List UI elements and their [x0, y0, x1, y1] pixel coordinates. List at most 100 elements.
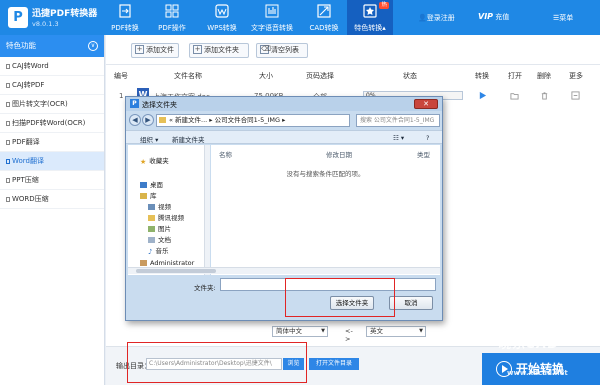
- tree-scrollbar[interactable]: [204, 145, 210, 275]
- play-icon[interactable]: [478, 91, 487, 100]
- new-folder-button[interactable]: 新建文件夹: [172, 134, 205, 144]
- tree-label: 音乐: [155, 247, 169, 255]
- tab-feature-convert[interactable]: 特色转换▴ 热: [347, 0, 393, 35]
- tree-item-desktop[interactable]: 桌面: [140, 179, 163, 189]
- add-folder-button[interactable]: + 添加文件夹: [189, 43, 249, 58]
- tab-label: 文字语音转换: [251, 24, 293, 32]
- tab-label: 特色转换▴: [347, 23, 393, 33]
- swap-arrow[interactable]: <->: [345, 327, 353, 343]
- col-open: 打开: [508, 72, 522, 80]
- list-col-date[interactable]: 修改日期: [326, 149, 352, 159]
- sidebar-item-caj-pdf[interactable]: CAJ转PDF: [0, 76, 104, 95]
- doc-icon: [6, 140, 10, 145]
- audio-bars-icon: [265, 4, 279, 18]
- close-icon[interactable]: ✕: [414, 99, 438, 109]
- help-icon[interactable]: ?: [426, 134, 429, 142]
- sidebar-item-word-translate[interactable]: Word翻译: [0, 152, 104, 171]
- list-col-type[interactable]: 类型: [417, 149, 430, 159]
- app-logo: P: [8, 7, 28, 28]
- tree-label: 图片: [158, 225, 171, 233]
- tab-text-speech[interactable]: 文字语音转换: [247, 0, 297, 35]
- cancel-button[interactable]: 取消: [389, 296, 433, 310]
- dialog-titlebar[interactable]: P 选择文件夹 ✕: [126, 97, 442, 111]
- recharge-label: 充值: [495, 13, 510, 21]
- music-icon: ♪: [148, 248, 153, 256]
- list-col-name[interactable]: 名称: [219, 149, 232, 159]
- tree-label: 文档: [158, 236, 171, 244]
- address-bar[interactable]: « 新建文件... ▸ 公司文件合同1-5_IMG ▸: [156, 114, 350, 127]
- sidebar-item-ppt-compress[interactable]: PPT压缩: [0, 171, 104, 190]
- wps-icon: [215, 4, 229, 18]
- address-path: « 新建文件... ▸ 公司文件合同1-5_IMG ▸: [169, 116, 286, 124]
- col-name: 文件名称: [174, 72, 202, 80]
- login-label: 登录注册: [426, 14, 455, 22]
- view-options-icon[interactable]: ☷ ▾: [393, 134, 404, 142]
- output-path-input[interactable]: C:\Users\Administrator\Desktop\迅捷文件\: [146, 358, 282, 370]
- tree-item-library[interactable]: 库: [140, 190, 157, 200]
- folder-open-icon[interactable]: [510, 91, 519, 100]
- tree-item-administrator[interactable]: Administrator: [140, 259, 194, 267]
- chevron-down-icon: ▼: [321, 328, 325, 334]
- vip-recharge[interactable]: VIP 充值: [478, 12, 509, 22]
- sidebar: 特色功能 ∨ CAJ转Word CAJ转PDF 图片转文字(OCR) 扫描PDF…: [0, 35, 105, 385]
- collapse-icon[interactable]: ∨: [88, 41, 98, 51]
- more-icon[interactable]: [571, 91, 580, 100]
- tab-pdf-operate[interactable]: PDF操作: [150, 0, 194, 35]
- tab-wps-convert[interactable]: WPS转换: [197, 0, 247, 35]
- sidebar-item-scan-ocr[interactable]: 扫描PDF转Word(OCR): [0, 114, 104, 133]
- toolbar: + 添加文件 + 添加文件夹 ⌫ 清空列表: [106, 35, 600, 65]
- vip-label: VIP: [478, 12, 494, 21]
- sidebar-item-label: PDF翻译: [12, 138, 40, 146]
- trash-icon[interactable]: [540, 91, 549, 100]
- doc-icon: [6, 64, 10, 69]
- doc-icon: [6, 102, 10, 107]
- select-folder-button[interactable]: 选择文件夹: [330, 296, 374, 310]
- tree-item-tencent-video[interactable]: 腾讯视频: [148, 212, 184, 222]
- user-folder-icon: [140, 260, 147, 266]
- sidebar-item-caj-word[interactable]: CAJ转Word: [0, 57, 104, 76]
- tree-item-documents[interactable]: 文档: [148, 234, 171, 244]
- tab-pdf-convert[interactable]: PDF转换: [103, 0, 147, 35]
- back-icon[interactable]: ◀: [129, 114, 141, 126]
- clear-list-button[interactable]: ⌫ 清空列表: [256, 43, 308, 58]
- folder-name-input[interactable]: [220, 278, 436, 291]
- sidebar-header-label: 特色功能: [6, 41, 36, 50]
- tree-item-pictures[interactable]: 图片: [148, 223, 171, 233]
- col-delete: 删除: [537, 72, 551, 80]
- tree-label: Administrator: [150, 259, 195, 267]
- watermark-url: www.xdcad.net: [507, 369, 568, 377]
- search-input[interactable]: 搜索 公司文件合同1-5_IMG: [356, 114, 440, 127]
- forward-icon[interactable]: ▶: [142, 114, 154, 126]
- sidebar-item-label: Word翻译: [12, 157, 44, 165]
- grid-icon: [165, 4, 179, 18]
- add-file-button[interactable]: + 添加文件: [131, 43, 179, 58]
- sidebar-item-word-compress[interactable]: WORD压缩: [0, 190, 104, 209]
- sidebar-item-image-ocr[interactable]: 图片转文字(OCR): [0, 95, 104, 114]
- sidebar-item-label: 扫描PDF转Word(OCR): [12, 119, 86, 127]
- horizontal-scrollbar[interactable]: [128, 267, 440, 274]
- sidebar-header[interactable]: 特色功能 ∨: [0, 35, 104, 57]
- caret-up-icon: ▴: [382, 24, 386, 32]
- user-icon: 👤: [418, 14, 427, 22]
- tree-label: 桌面: [150, 181, 163, 189]
- browse-button[interactable]: 浏览: [283, 358, 304, 370]
- organize-menu[interactable]: 组织 ▾: [140, 134, 158, 144]
- hot-badge: 热: [379, 2, 389, 9]
- target-language-select[interactable]: 英文 ▼: [366, 326, 426, 337]
- target-language-value: 英文: [370, 327, 383, 335]
- sidebar-item-pdf-translate[interactable]: PDF翻译: [0, 133, 104, 152]
- source-language-select[interactable]: 简体中文 ▼: [272, 326, 328, 337]
- sidebar-item-label: CAJ转Word: [12, 62, 49, 70]
- convert-icon: [119, 4, 131, 18]
- tab-cad-convert[interactable]: CAD转换: [303, 0, 345, 35]
- menu-button[interactable]: ☰菜单: [553, 13, 573, 23]
- tree-item-videos[interactable]: 视频: [148, 201, 171, 211]
- open-folder-button[interactable]: 打开文件目录: [309, 358, 359, 370]
- scroll-thumb[interactable]: [136, 269, 216, 273]
- tree-item-music[interactable]: ♪ 音乐: [148, 245, 169, 256]
- tab-label: WPS转换: [207, 24, 237, 32]
- folder-tree: ★ 收藏夹 桌面 库 视频 腾讯视频 图片 文档 ♪ 音乐 Administrato…: [128, 145, 210, 275]
- top-bar: P 迅捷PDF转换器 v8.0.1.3 PDF转换 PDF操作 WPS转换 文字…: [0, 0, 600, 35]
- tree-item-favorites[interactable]: ★ 收藏夹: [140, 155, 169, 166]
- login-link[interactable]: 👤登录注册: [418, 13, 455, 23]
